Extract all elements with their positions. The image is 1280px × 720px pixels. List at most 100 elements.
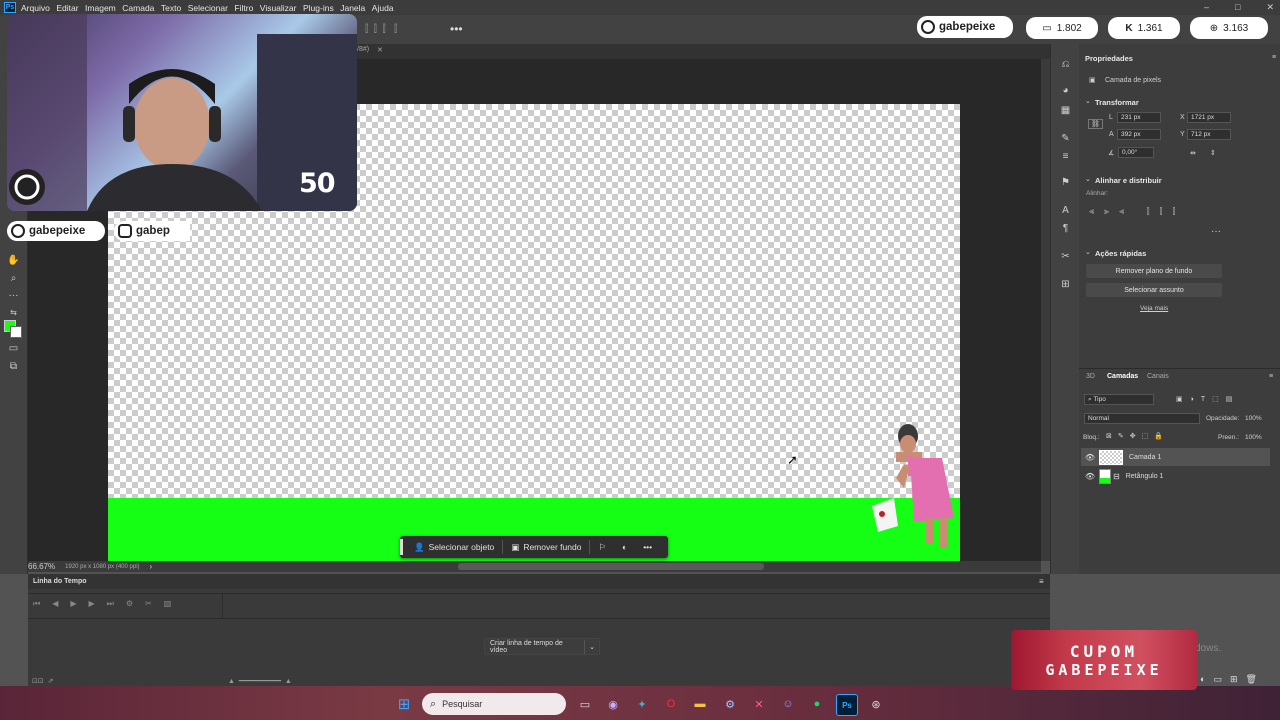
maximize-icon[interactable]: □ [1235, 2, 1240, 13]
horizontal-scroll-thumb[interactable] [458, 563, 764, 570]
flip-horizontal-icon[interactable]: ⇹ [1190, 149, 1196, 157]
chevron-down-icon[interactable]: ⌄ [1085, 248, 1091, 256]
zoom-level[interactable]: 66.67% [28, 562, 55, 571]
adjustment-button[interactable]: ◐ [614, 536, 635, 558]
zoom-slider[interactable]: ▲ ━━━━━━━━━━ ▲ [228, 677, 324, 685]
taskbar-search[interactable]: ⌕ Pesquisar [422, 693, 566, 715]
history-icon[interactable]: ⎌ [1059, 58, 1072, 71]
libraries-icon[interactable]: ⚑ [1059, 176, 1072, 189]
fill-value[interactable]: 100% [1245, 434, 1262, 441]
playback-controls[interactable]: ⏮◀▶▶⏭⚙✂▨ [33, 599, 183, 609]
eye-icon[interactable]: 👁 [1081, 472, 1099, 481]
menu-visualizar[interactable]: Visualizar [260, 3, 297, 13]
tab-channels[interactable]: Canais [1147, 373, 1169, 380]
windows-start-icon[interactable]: ⊞ [394, 694, 414, 714]
drag-handle[interactable] [400, 539, 403, 555]
steam-icon[interactable]: ⚙ [720, 694, 740, 714]
swatches-icon[interactable]: ▦ [1059, 104, 1072, 117]
menu-editar[interactable]: Editar [56, 3, 78, 13]
app-icon[interactable]: ◉ [603, 694, 623, 714]
minimize-icon[interactable]: – [1204, 2, 1209, 13]
document-tab-title[interactable]: /8#) [357, 46, 369, 53]
timeline-title[interactable]: Linha do Tempo [33, 578, 87, 585]
color-icon[interactable]: ◕ [1059, 84, 1072, 97]
spotify-icon[interactable]: ● [807, 694, 827, 714]
properties-title[interactable]: Propriedades [1085, 54, 1133, 63]
chevron-down-icon[interactable]: ⌄ [585, 643, 599, 651]
timeline-footer-icons[interactable]: ⊡⊡ ⇗ [32, 677, 54, 685]
properties-icon[interactable]: ⊞ [1059, 278, 1072, 291]
menu-plugins[interactable]: Plug-ins [303, 3, 334, 13]
adjustments-icon[interactable]: ≡ [1059, 150, 1072, 163]
x-field[interactable]: 1721 px [1187, 112, 1231, 123]
vertical-scrollbar[interactable] [1041, 59, 1050, 561]
menu-selecionar[interactable]: Selecionar [188, 3, 228, 13]
character-icon[interactable]: A [1059, 204, 1072, 217]
menu-ajuda[interactable]: Ajuda [372, 3, 394, 13]
remove-background-quick-button[interactable]: Remover plano de fundo [1086, 264, 1222, 278]
opacity-value[interactable]: 100% [1245, 415, 1262, 422]
photoshop-logo[interactable]: Ps [4, 2, 16, 13]
y-field[interactable]: 712 px [1187, 129, 1231, 140]
menu-texto[interactable]: Texto [161, 3, 181, 13]
quick-mask-icon[interactable]: ▭ [7, 342, 20, 355]
more-tools-icon[interactable]: ··· [7, 289, 20, 302]
tools-preset-icon[interactable]: ✂ [1059, 250, 1072, 263]
layer-row[interactable]: 👁 Camada 1 [1081, 448, 1270, 466]
blend-mode-select[interactable]: Normal [1084, 413, 1200, 424]
menu-camada[interactable]: Camada [122, 3, 154, 13]
eye-icon[interactable]: 👁 [1081, 453, 1099, 462]
see-more-link[interactable]: Veja mais [1140, 305, 1168, 312]
photoshop-taskbar-icon[interactable]: Ps [836, 694, 858, 716]
transform-button[interactable]: ⚐ [590, 536, 614, 558]
align-buttons-icons[interactable]: ⫷⫸⫷ ⫿⫿⫿ [1089, 206, 1185, 217]
create-video-timeline-button[interactable]: Criar linha de tempo de vídeo ⌄ [484, 638, 600, 655]
more-options-icon[interactable]: ••• [450, 22, 463, 36]
panel-menu-icon[interactable]: ≡ [1272, 54, 1276, 61]
chevron-down-icon[interactable]: ⌄ [1085, 97, 1091, 105]
tab-layers[interactable]: Camadas [1107, 373, 1138, 380]
more-align-icon[interactable]: ··· [1211, 226, 1221, 237]
flip-vertical-icon[interactable]: ⇕ [1210, 149, 1216, 157]
tab-close-icon[interactable]: ✕ [377, 46, 383, 54]
layer-filter-select[interactable]: ⌕ Tipo [1084, 394, 1154, 405]
align-options-icons[interactable]: ⫿ ⫿ ⫿ ⫿ [365, 24, 397, 35]
menu-arquivo[interactable]: Arquivo [21, 3, 50, 13]
status-arrow-icon[interactable]: › [150, 562, 153, 571]
background-color-swatch[interactable] [10, 326, 22, 338]
xbox-icon[interactable]: ✕ [749, 694, 769, 714]
task-view-icon[interactable]: ▭ [575, 694, 595, 714]
select-object-button[interactable]: 👤 Selecionar objeto [406, 536, 502, 558]
quick-actions-title[interactable]: Ações rápidas [1095, 249, 1146, 258]
discord-icon[interactable]: ☺ [778, 694, 798, 714]
brush-icon[interactable]: ✎ [1059, 132, 1072, 145]
timeline-menu-icon[interactable]: ≡ [1039, 577, 1044, 586]
chevron-down-icon[interactable]: ⌄ [1085, 175, 1091, 183]
layer-filter-icons[interactable]: ▣◑T⬚▤ [1176, 395, 1239, 403]
screen-mode-icon[interactable]: ⧉ [7, 360, 20, 373]
tab-3d[interactable]: 3D [1086, 373, 1095, 380]
more-button[interactable]: ••• [635, 536, 660, 558]
close-icon[interactable]: ✕ [1266, 2, 1274, 13]
layer-footer-icons[interactable]: ◐▭⊞🗑 [1200, 674, 1265, 685]
zoom-tool-icon[interactable]: ⌕ [7, 272, 20, 285]
layer-row[interactable]: 👁 ⊟ Retângulo 1 [1081, 467, 1270, 485]
opera-icon[interactable]: O [661, 694, 681, 714]
angle-field[interactable]: 0,00° [1118, 147, 1154, 158]
menu-janela[interactable]: Janela [340, 3, 365, 13]
layers-menu-icon[interactable]: ≡ [1269, 373, 1273, 380]
hand-tool-icon[interactable]: ✋ [7, 254, 20, 267]
swap-colors-icon[interactable]: ⇆ [7, 306, 20, 319]
width-field[interactable]: 231 px [1117, 112, 1161, 123]
transform-title[interactable]: Transformar [1095, 98, 1139, 107]
align-title[interactable]: Alinhar e distribuir [1095, 176, 1162, 185]
file-explorer-icon[interactable]: ▬ [690, 694, 710, 714]
copilot-icon[interactable]: ✦ [632, 694, 652, 714]
paragraph-icon[interactable]: ¶ [1059, 222, 1072, 235]
menu-filtro[interactable]: Filtro [234, 3, 253, 13]
link-icon[interactable]: ⛓ [1088, 119, 1103, 129]
menu-imagem[interactable]: Imagem [85, 3, 116, 13]
select-subject-button[interactable]: Selecionar assunto [1086, 283, 1222, 297]
height-field[interactable]: 392 px [1117, 129, 1161, 140]
lock-icons[interactable]: ⊠✎✥⬚🔒 [1106, 432, 1169, 440]
